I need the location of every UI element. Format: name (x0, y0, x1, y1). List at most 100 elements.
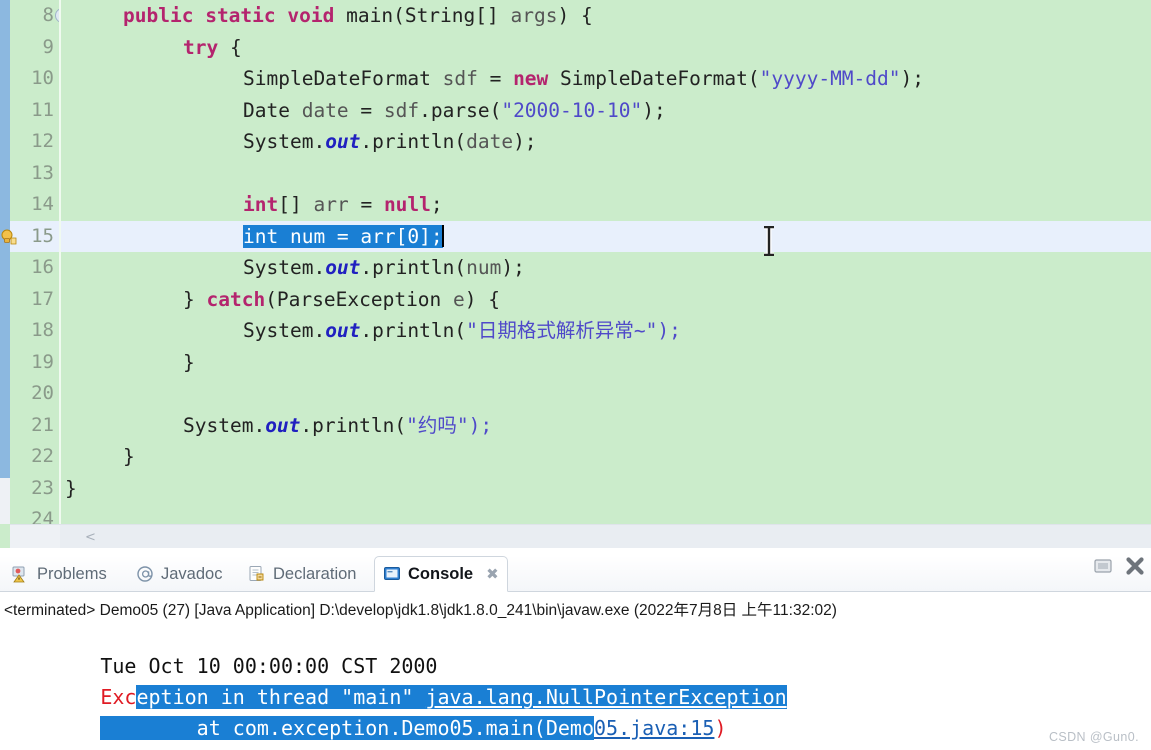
line-number: 17 (31, 287, 54, 310)
code-line-text: System.out.println("约吗"); (183, 413, 493, 437)
tab-label: Declaration (273, 564, 357, 583)
line-number: 18 (31, 319, 54, 341)
code-line-11[interactable]: Date date = sdf.parse("2000-10-10"); (61, 95, 1151, 127)
code-line-14[interactable]: int[] arr = null; (61, 189, 1151, 221)
text-caret (441, 224, 444, 247)
gutter-row: 16 (10, 252, 60, 284)
line-number: 13 (31, 161, 54, 184)
console-icon (383, 565, 401, 583)
code-line-text: } (123, 445, 135, 468)
close-view-button[interactable] (1125, 556, 1145, 576)
code-line-text: System.out.println("日期格式解析异常~"); (243, 319, 681, 342)
stacktrace-tail: ) (714, 716, 727, 740)
code-line-selected-text[interactable]: int num = arr[0]; (243, 221, 444, 253)
code-line-13[interactable] (61, 158, 1151, 190)
tab-console[interactable]: Console ✖ (374, 556, 508, 592)
close-icon[interactable]: ✖ (486, 565, 499, 583)
console-view-toolbar[interactable] (1093, 556, 1145, 576)
code-line-text: int[] arr = null; (243, 193, 443, 216)
line-number: 15 (31, 224, 54, 247)
view-tab-bar[interactable]: Problems Javadoc Declaration Console ✖ (0, 556, 1151, 592)
gutter-row: 9 (10, 32, 60, 64)
code-line-10[interactable]: SimpleDateFormat sdf = new SimpleDateFor… (61, 63, 1151, 95)
code-line-21[interactable]: System.out.println("约吗"); (61, 410, 1151, 442)
code-line-text: SimpleDateFormat sdf = new SimpleDateFor… (243, 67, 924, 90)
line-number: 11 (31, 98, 54, 121)
code-line-9[interactable]: try { (61, 32, 1151, 64)
gutter-row: 20 (10, 378, 60, 410)
line-number: 21 (31, 413, 54, 436)
line-number: 20 (31, 382, 54, 404)
stacktrace-selected-text[interactable]: at com.exception.Demo05.main(Demo (100, 716, 595, 740)
code-editor[interactable]: 8 9 10 11 12 13 14 15 16 17 18 19 20 21 … (0, 0, 1151, 548)
tab-problems[interactable]: Problems (4, 556, 115, 592)
code-text-area[interactable]: public static void main(String[] args) {… (61, 0, 1151, 524)
code-line-text: Date date = sdf.parse("2000-10-10"); (243, 98, 666, 122)
scroll-left-arrow-icon[interactable]: < (85, 530, 96, 545)
gutter-row: 10 (10, 63, 60, 95)
line-number: 8 (42, 4, 54, 26)
code-line-18[interactable]: System.out.println("日期格式解析异常~"); (61, 315, 1151, 347)
code-line-15-current[interactable]: int num = arr[0]; (61, 220, 1151, 253)
tab-javadoc[interactable]: Javadoc (128, 556, 230, 592)
console-line-3: at com.exception.Demo05.main(Demo05.java… (0, 682, 1151, 740)
gutter-row: 13 (10, 158, 60, 190)
line-number-gutter[interactable]: 8 9 10 11 12 13 14 15 16 17 18 19 20 21 … (1, 0, 70, 530)
minimize-view-button[interactable] (1093, 556, 1113, 576)
code-line-16[interactable]: System.out.println(num); (61, 252, 1151, 284)
tab-declaration[interactable]: Declaration (240, 556, 364, 592)
code-line-text: } catch(ParseException e) { (183, 287, 501, 311)
code-line-20[interactable] (61, 378, 1151, 410)
gutter-row: 18 (10, 315, 60, 347)
code-line-text: } (183, 350, 195, 374)
editor-horizontal-scrollbar[interactable]: < (10, 524, 1151, 548)
code-line-17[interactable]: } catch(ParseException e) { (61, 284, 1151, 316)
javadoc-icon (136, 565, 154, 583)
editor-change-bar-tail (0, 478, 10, 524)
tab-label: Javadoc (161, 564, 223, 583)
line-number: 12 (31, 130, 54, 152)
line-number: 14 (31, 193, 54, 215)
mouse-ibeam-cursor (762, 224, 776, 258)
code-line-text: public static void main(String[] args) { (123, 4, 593, 27)
console-line-2: Exception in thread "main" java.lang.Nul… (0, 651, 1151, 709)
declaration-icon (248, 565, 266, 583)
console-output[interactable]: Tue Oct 10 00:00:00 CST 2000 Exception i… (0, 620, 1151, 740)
gutter-row: 17 (10, 284, 60, 316)
gutter-row: 19 (10, 347, 60, 379)
line-number: 16 (31, 256, 54, 278)
console-view[interactable]: Problems Javadoc Declaration Console ✖ <… (0, 548, 1151, 750)
stacktrace-source-link[interactable]: 05.java:15 (594, 716, 715, 740)
gutter-row: 12 (10, 126, 60, 158)
code-line-8[interactable]: public static void main(String[] args) { (61, 0, 1151, 32)
console-line-1: Tue Oct 10 00:00:00 CST 2000 (0, 620, 1151, 678)
gutter-row: 22 (10, 441, 60, 473)
code-line-text: try { (183, 35, 242, 59)
gutter-row: 14 (10, 189, 60, 221)
launch-config-line: <terminated> Demo05 (27) [Java Applicati… (4, 602, 837, 619)
code-line-text: } (65, 476, 77, 500)
gutter-row-current: 15 (1, 220, 60, 252)
code-line-text: System.out.println(date); (243, 130, 537, 153)
gutter-row: 11 (10, 95, 60, 127)
code-line-23[interactable]: } (61, 473, 1151, 505)
line-number: 22 (31, 445, 54, 467)
line-number: 9 (42, 35, 54, 58)
gutter-row: 23 (10, 473, 60, 505)
watermark: CSDN @Gun0. (1048, 730, 1139, 744)
line-number: 19 (31, 350, 54, 373)
gutter-row: 21 (10, 410, 60, 442)
code-line-12[interactable]: System.out.println(date); (61, 126, 1151, 158)
tab-label: Console (408, 564, 474, 583)
gutter-row: 8 (10, 0, 70, 32)
problems-icon (12, 565, 30, 583)
warning-bulb-icon[interactable] (1, 229, 18, 245)
code-line-19[interactable]: } (61, 347, 1151, 379)
code-line-text: System.out.println(num); (243, 256, 525, 279)
scrollbar-track[interactable] (60, 525, 1151, 548)
code-line-22[interactable]: } (61, 441, 1151, 473)
line-number: 23 (31, 476, 54, 499)
selection-highlight[interactable]: int num = arr[0]; (243, 224, 443, 248)
line-number: 10 (31, 67, 54, 89)
eclipse-ide-window: 8 9 10 11 12 13 14 15 16 17 18 19 20 21 … (0, 0, 1151, 750)
